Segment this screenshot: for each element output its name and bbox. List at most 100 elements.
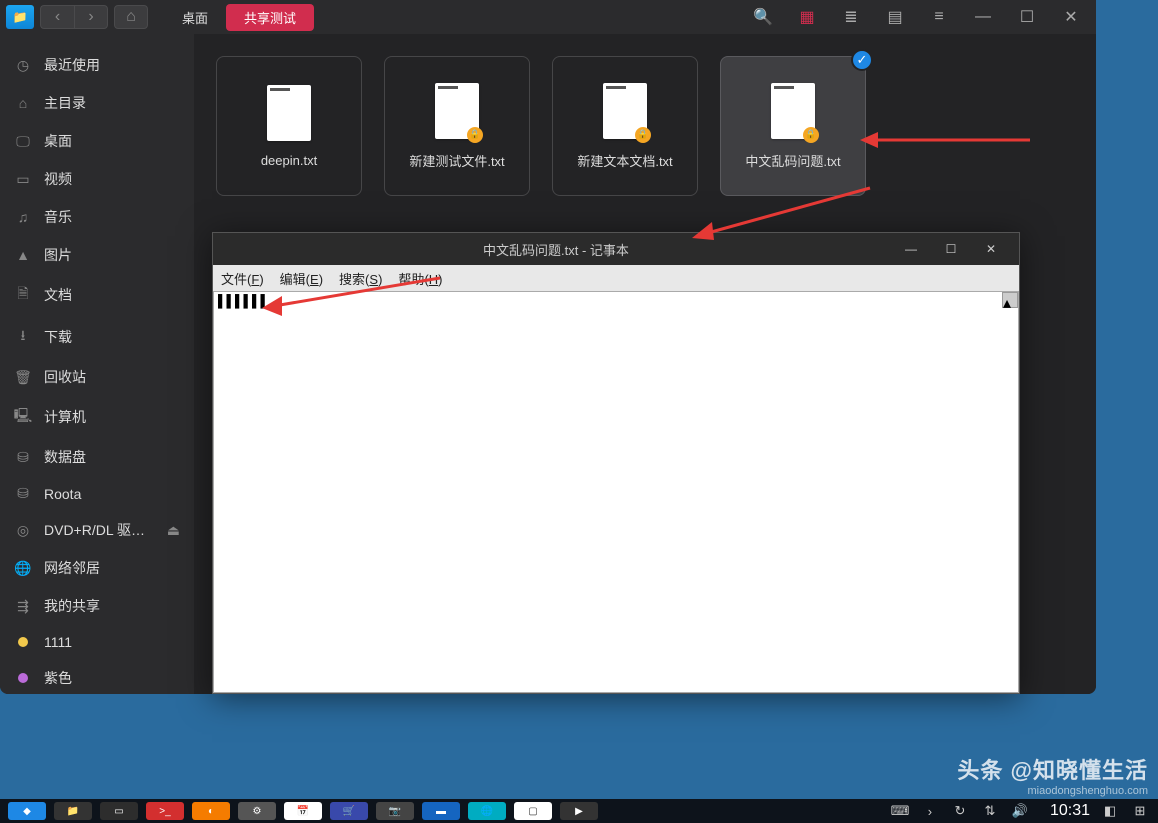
taskbar-app-terminal[interactable]: >_ — [146, 802, 184, 820]
view-grid-button[interactable]: ▦ — [788, 3, 826, 31]
tray-action-2[interactable]: ⊞ — [1130, 803, 1150, 819]
taskbar-app-files[interactable]: 📁 — [54, 802, 92, 820]
sidebar-item-11[interactable]: ⛁Roota — [0, 476, 194, 511]
sidebar-item-2[interactable]: 🖵桌面 — [0, 122, 194, 160]
disk-icon: ⛁ — [14, 449, 32, 466]
sidebar-item-13[interactable]: 🌐网络邻居 — [0, 549, 194, 587]
sidebar-item-8[interactable]: 🗑 回收站 — [0, 358, 194, 396]
search-button[interactable]: 🔍 — [744, 3, 782, 31]
minimize-icon: — — [905, 242, 917, 256]
sidebar-item-0[interactable]: ◷最近使用 — [0, 46, 194, 84]
column-icon: ▤ — [887, 7, 902, 27]
view-list-button[interactable]: ≣ — [832, 3, 870, 31]
watermark-url: miaodongshenghuo.com — [957, 785, 1148, 797]
sidebar-item-10[interactable]: ⛁数据盘 — [0, 438, 194, 476]
doc-icon: 🗎 — [14, 283, 32, 307]
check-badge-icon: ✓ — [851, 49, 873, 71]
menu-search[interactable]: 搜索(S) — [339, 269, 382, 288]
taskbar-app-calendar[interactable]: 📅 — [284, 802, 322, 820]
menu-file[interactable]: 文件(F) — [221, 269, 264, 288]
taskbar-app-7[interactable]: 🌐 — [468, 802, 506, 820]
window-maximize-button[interactable]: ☐ — [1008, 3, 1046, 31]
notepad-text-area[interactable]: ▌▌▌▌▌▌ ▴ — [213, 291, 1019, 693]
sidebar-item-label: 回收站 — [44, 367, 86, 387]
taskbar-app-3[interactable]: ⚙ — [238, 802, 276, 820]
taskbar-app-launcher[interactable]: ◆ — [8, 802, 46, 820]
sidebar-item-label: 音乐 — [44, 207, 72, 227]
notepad-close-button[interactable]: ✕ — [971, 234, 1011, 264]
menu-help[interactable]: 帮助(H) — [398, 269, 442, 288]
file-manager-logo-icon[interactable]: 📁 — [6, 5, 34, 29]
notepad-minimize-button[interactable]: — — [891, 234, 931, 264]
desktop-icon: 🖵 — [14, 133, 32, 150]
file-name-label: 中文乱码问题.txt — [739, 151, 846, 170]
window-close-button[interactable]: ✕ — [1052, 3, 1090, 31]
sidebar-item-7[interactable]: ⭳ 下载 — [0, 316, 194, 358]
view-column-button[interactable]: ▤ — [876, 3, 914, 31]
sidebar-item-label: 1111 — [44, 634, 72, 650]
scroll-up-button[interactable]: ▴ — [1002, 292, 1018, 308]
taskbar-app-8[interactable]: ▶ — [560, 802, 598, 820]
file-item-0[interactable]: deepin.txt — [216, 56, 362, 196]
notepad-titlebar[interactable]: 中文乱码问题.txt - 记事本 — ☐ ✕ — [213, 233, 1019, 265]
sidebar-item-16[interactable]: 紫色 — [0, 659, 194, 694]
taskbar-app-notepad[interactable]: ▢ — [514, 802, 552, 820]
menu-edit[interactable]: 编辑(E) — [280, 269, 323, 288]
file-name-label: 新建文本文档.txt — [571, 151, 678, 170]
breadcrumb: 桌面 共享测试 — [164, 4, 314, 31]
sidebar-item-5[interactable]: ▲图片 — [0, 236, 194, 274]
tray-chevron-icon[interactable]: › — [920, 804, 940, 819]
sidebar-item-label: 视频 — [44, 169, 72, 189]
video-icon: ▭ — [14, 171, 32, 188]
file-item-1[interactable]: 🔒新建测试文件.txt — [384, 56, 530, 196]
sidebar-item-12[interactable]: ◎DVD+R/DL 驱…⏏ — [0, 511, 194, 549]
nav-back-button[interactable]: ‹ — [40, 5, 74, 29]
tray-action-1[interactable]: ◧ — [1100, 803, 1120, 819]
tray-network-icon[interactable]: ⇅ — [980, 803, 1000, 819]
tag-dot-icon — [14, 637, 32, 647]
breadcrumb-desktop[interactable]: 桌面 — [164, 4, 226, 31]
maximize-icon: ☐ — [946, 242, 957, 256]
main-menu-button[interactable]: ≡ — [920, 3, 958, 31]
taskbar-app-1[interactable]: ▭ — [100, 802, 138, 820]
home-icon: ⌂ — [14, 95, 32, 111]
file-item-3[interactable]: ✓🔒中文乱码问题.txt — [720, 56, 866, 196]
sidebar-item-1[interactable]: ⌂主目录 — [0, 84, 194, 122]
trash-icon: 🗑 — [14, 369, 32, 386]
window-minimize-button[interactable]: — — [964, 3, 1002, 31]
file-item-2[interactable]: 🔒 新建文本文档.txt — [552, 56, 698, 196]
grid-icon: ▦ — [799, 7, 814, 27]
sidebar-item-4[interactable]: ♫音乐 — [0, 198, 194, 236]
taskbar-clock[interactable]: 10:31 — [1050, 802, 1090, 820]
notepad-window: 中文乱码问题.txt - 记事本 — ☐ ✕ 文件(F) 编辑(E) 搜索(S)… — [212, 232, 1020, 694]
search-icon: 🔍 — [753, 7, 773, 27]
text-file-icon — [267, 85, 311, 141]
lock-badge-icon: 🔒 — [467, 127, 483, 143]
eject-icon[interactable]: ⏏ — [167, 522, 180, 539]
tray-volume-icon[interactable]: 🔊 — [1010, 803, 1030, 819]
close-icon: ✕ — [986, 242, 996, 256]
tray-update-icon[interactable]: ↻ — [950, 803, 970, 819]
sidebar-item-label: 图片 — [44, 245, 72, 265]
file-manager-titlebar: 📁 ‹ › ⌂ 桌面 共享测试 🔍 ▦ ≣ ▤ ≡ — ☐ ✕ — [0, 0, 1096, 34]
nav-home-button[interactable]: ⌂ — [114, 5, 148, 29]
lock-badge-icon: 🔒 — [635, 127, 651, 143]
sidebar-item-9[interactable]: 🖳计算机 — [0, 396, 194, 438]
sidebar-item-15[interactable]: 1111 — [0, 625, 194, 659]
sidebar-item-label: 文档 — [44, 285, 72, 305]
sidebar-item-6[interactable]: 🗎 文档 — [0, 274, 194, 316]
chevron-left-icon: ‹ — [55, 8, 60, 26]
tray-keyboard-icon[interactable]: ⌨ — [890, 803, 910, 819]
notepad-maximize-button[interactable]: ☐ — [931, 234, 971, 264]
sidebar-item-3[interactable]: ▭ 视频 — [0, 160, 194, 198]
breadcrumb-current[interactable]: 共享测试 — [226, 4, 314, 31]
sidebar-item-label: 下载 — [44, 327, 72, 347]
taskbar-app-4[interactable]: 🛒 — [330, 802, 368, 820]
download-icon: ⭳ — [14, 325, 32, 349]
sidebar-item-14[interactable]: ⇶我的共享 — [0, 587, 194, 625]
taskbar-app-2[interactable]: ◐ — [192, 802, 230, 820]
nav-forward-button[interactable]: › — [74, 5, 108, 29]
watermark: 头条 @知晓懂生活 miaodongshenghuo.com — [957, 753, 1148, 797]
taskbar-app-5[interactable]: 📷 — [376, 802, 414, 820]
taskbar-app-6[interactable]: ▬ — [422, 802, 460, 820]
